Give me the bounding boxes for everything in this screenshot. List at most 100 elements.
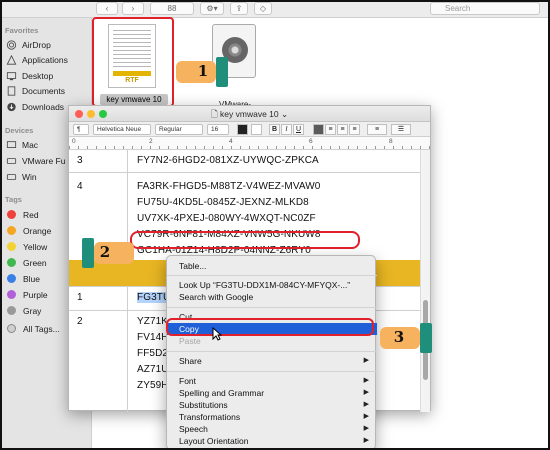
window-title: 🗋 key vmwave 10 ⌄ bbox=[69, 106, 430, 122]
table-row-number: 4 bbox=[77, 181, 83, 192]
serial-key: FA3RK-FHGD5-M88TZ-V4WEZ-MVAW0 bbox=[137, 181, 321, 192]
sidebar-item-label: Blue bbox=[23, 273, 41, 284]
menu-separator bbox=[167, 307, 377, 308]
step-number: 1 bbox=[197, 62, 209, 80]
favorites-header: Favorites bbox=[5, 26, 39, 35]
sidebar-item-label: Win bbox=[22, 171, 37, 182]
serial-key: FY7N2-6HGD2-081XZ-UYWQC-ZPKCA bbox=[137, 155, 319, 166]
tag-button[interactable]: ◇ bbox=[254, 2, 272, 15]
documents-icon bbox=[7, 85, 16, 96]
step-number: 2 bbox=[99, 243, 111, 261]
menu-item-label: Share bbox=[179, 356, 202, 366]
underline-button[interactable]: U bbox=[293, 124, 304, 135]
hand-cuff bbox=[82, 238, 94, 268]
italic-button[interactable]: I bbox=[281, 124, 292, 135]
menu-item-substitutions[interactable]: Substitutions ▶ bbox=[167, 399, 377, 411]
menu-item-label: Transformations bbox=[179, 412, 241, 422]
highlight-color-swatch[interactable] bbox=[251, 124, 262, 135]
vertical-scrollbar[interactable] bbox=[420, 150, 430, 412]
bold-button[interactable]: B bbox=[269, 124, 280, 135]
submenu-arrow-icon: ▶ bbox=[363, 389, 369, 396]
search-input[interactable]: Search bbox=[430, 2, 540, 15]
back-button[interactable]: ‹ bbox=[96, 2, 118, 15]
devices-header: Devices bbox=[5, 126, 34, 135]
share-button[interactable]: ⇪ bbox=[230, 2, 248, 15]
ruler-number: 4 bbox=[229, 138, 233, 145]
sidebar-item-desktop[interactable]: Desktop bbox=[6, 69, 92, 82]
table-row-number: 3 bbox=[77, 155, 83, 166]
sidebar-item-airdrop[interactable]: AirDrop bbox=[6, 38, 92, 51]
tag-color-dot-icon bbox=[7, 274, 16, 283]
align-right-button[interactable]: ≡ bbox=[349, 124, 360, 135]
menu-item-search-google[interactable]: Search with Google bbox=[167, 291, 377, 303]
menu-item-transformations[interactable]: Transformations ▶ bbox=[167, 411, 377, 423]
sidebar-item-label: Desktop bbox=[22, 70, 54, 81]
tag-color-dot-icon bbox=[7, 306, 16, 315]
menu-item-paste[interactable]: Paste bbox=[167, 335, 377, 347]
submenu-arrow-icon: ▶ bbox=[363, 357, 369, 364]
font-size-select[interactable]: 16 bbox=[207, 124, 229, 135]
step-1-pointer: 1 bbox=[176, 57, 228, 87]
menu-item-label: Look Up “FG3TU-DDX1M-084CY-MFYQX-...” bbox=[179, 280, 351, 290]
tag-color-dot-icon bbox=[7, 242, 16, 251]
textedit-titlebar[interactable]: 🗋 key vmwave 10 ⌄ bbox=[69, 106, 430, 122]
ruler[interactable]: 0 2 4 6 8 bbox=[69, 137, 430, 150]
submenu-arrow-icon: ▶ bbox=[363, 377, 369, 384]
sidebar-item-label: Yellow bbox=[23, 241, 48, 252]
menu-item-label: Speech bbox=[179, 424, 208, 434]
disk-icon bbox=[6, 157, 17, 164]
menu-separator bbox=[167, 371, 377, 372]
submenu-arrow-icon: ▶ bbox=[363, 437, 369, 444]
sidebar-item-label: Orange bbox=[23, 225, 52, 236]
rtf-document-icon: RTF bbox=[108, 24, 156, 88]
text-color-swatch[interactable] bbox=[237, 124, 248, 135]
menu-item-label: Table... bbox=[179, 261, 207, 271]
list-style-select[interactable]: ☰ bbox=[391, 124, 411, 135]
menu-item-share[interactable]: Share ▶ bbox=[167, 355, 377, 367]
sidebar-item-documents[interactable]: Documents bbox=[6, 84, 92, 97]
menu-item-font[interactable]: Font ▶ bbox=[167, 375, 377, 387]
align-left-button[interactable] bbox=[313, 124, 324, 135]
step-3-pointer: 3 bbox=[380, 323, 432, 353]
airdrop-icon bbox=[6, 39, 17, 50]
view-mode-button[interactable]: 88 bbox=[150, 2, 194, 15]
sidebar-item-label: VMware Fu bbox=[22, 155, 66, 166]
chevron-down-icon[interactable]: ⌄ bbox=[281, 109, 288, 119]
font-weight-select[interactable]: Regular bbox=[155, 124, 203, 135]
menu-item-layout-orientation[interactable]: Layout Orientation ▶ bbox=[167, 435, 377, 447]
document-icon: 🗋 bbox=[210, 109, 221, 119]
step-number: 3 bbox=[393, 328, 405, 346]
hand-cuff bbox=[420, 323, 432, 353]
line-spacing-select[interactable]: ≡ bbox=[367, 124, 387, 135]
table-row-divider bbox=[69, 172, 421, 173]
menu-item-look-up[interactable]: Look Up “FG3TU-DDX1M-084CY-MFYQX-...” bbox=[167, 279, 377, 291]
menu-item-label: Substitutions bbox=[179, 400, 228, 410]
sidebar-item-label: Red bbox=[23, 209, 39, 220]
menu-item-label: Spelling and Grammar bbox=[179, 388, 265, 398]
submenu-arrow-icon: ▶ bbox=[363, 425, 369, 432]
disk-icon bbox=[6, 173, 17, 180]
serial-key: FF5D2 bbox=[137, 348, 169, 359]
justify-button[interactable]: ≡ bbox=[337, 124, 348, 135]
tag-color-dot-icon bbox=[7, 258, 16, 267]
step-2-pointer: 2 bbox=[82, 238, 134, 268]
menu-item-speech[interactable]: Speech ▶ bbox=[167, 423, 377, 435]
window-title-text: key vmwave 10 bbox=[220, 109, 279, 119]
context-menu: Table... Look Up “FG3TU-DDX1M-084CY-MFYQ… bbox=[166, 255, 377, 450]
sidebar-item-label: All Tags... bbox=[23, 323, 60, 334]
forward-button[interactable]: › bbox=[122, 2, 144, 15]
align-center-button[interactable]: ≡ bbox=[325, 124, 336, 135]
menu-separator bbox=[167, 275, 377, 276]
menu-separator bbox=[167, 351, 377, 352]
serial-key: UV7XK-4PXEJ-080WY-4WXQT-NC0ZF bbox=[137, 213, 316, 224]
menu-item-spelling-grammar[interactable]: Spelling and Grammar ▶ bbox=[167, 387, 377, 399]
hand-cuff bbox=[216, 57, 228, 87]
sidebar-item-label: Green bbox=[23, 257, 47, 268]
font-family-select[interactable]: Helvetica Neue bbox=[93, 124, 151, 135]
paragraph-style-select[interactable]: ¶ bbox=[73, 124, 89, 135]
sidebar-item-applications[interactable]: Applications bbox=[6, 53, 92, 66]
file-key-vmwave-10[interactable]: RTF key vmwave 10 bbox=[92, 17, 174, 107]
action-gear-button[interactable]: ⚙▾ bbox=[200, 2, 224, 15]
menu-item-table[interactable]: Table... bbox=[167, 260, 377, 272]
menu-item-label: Search with Google bbox=[179, 292, 254, 302]
